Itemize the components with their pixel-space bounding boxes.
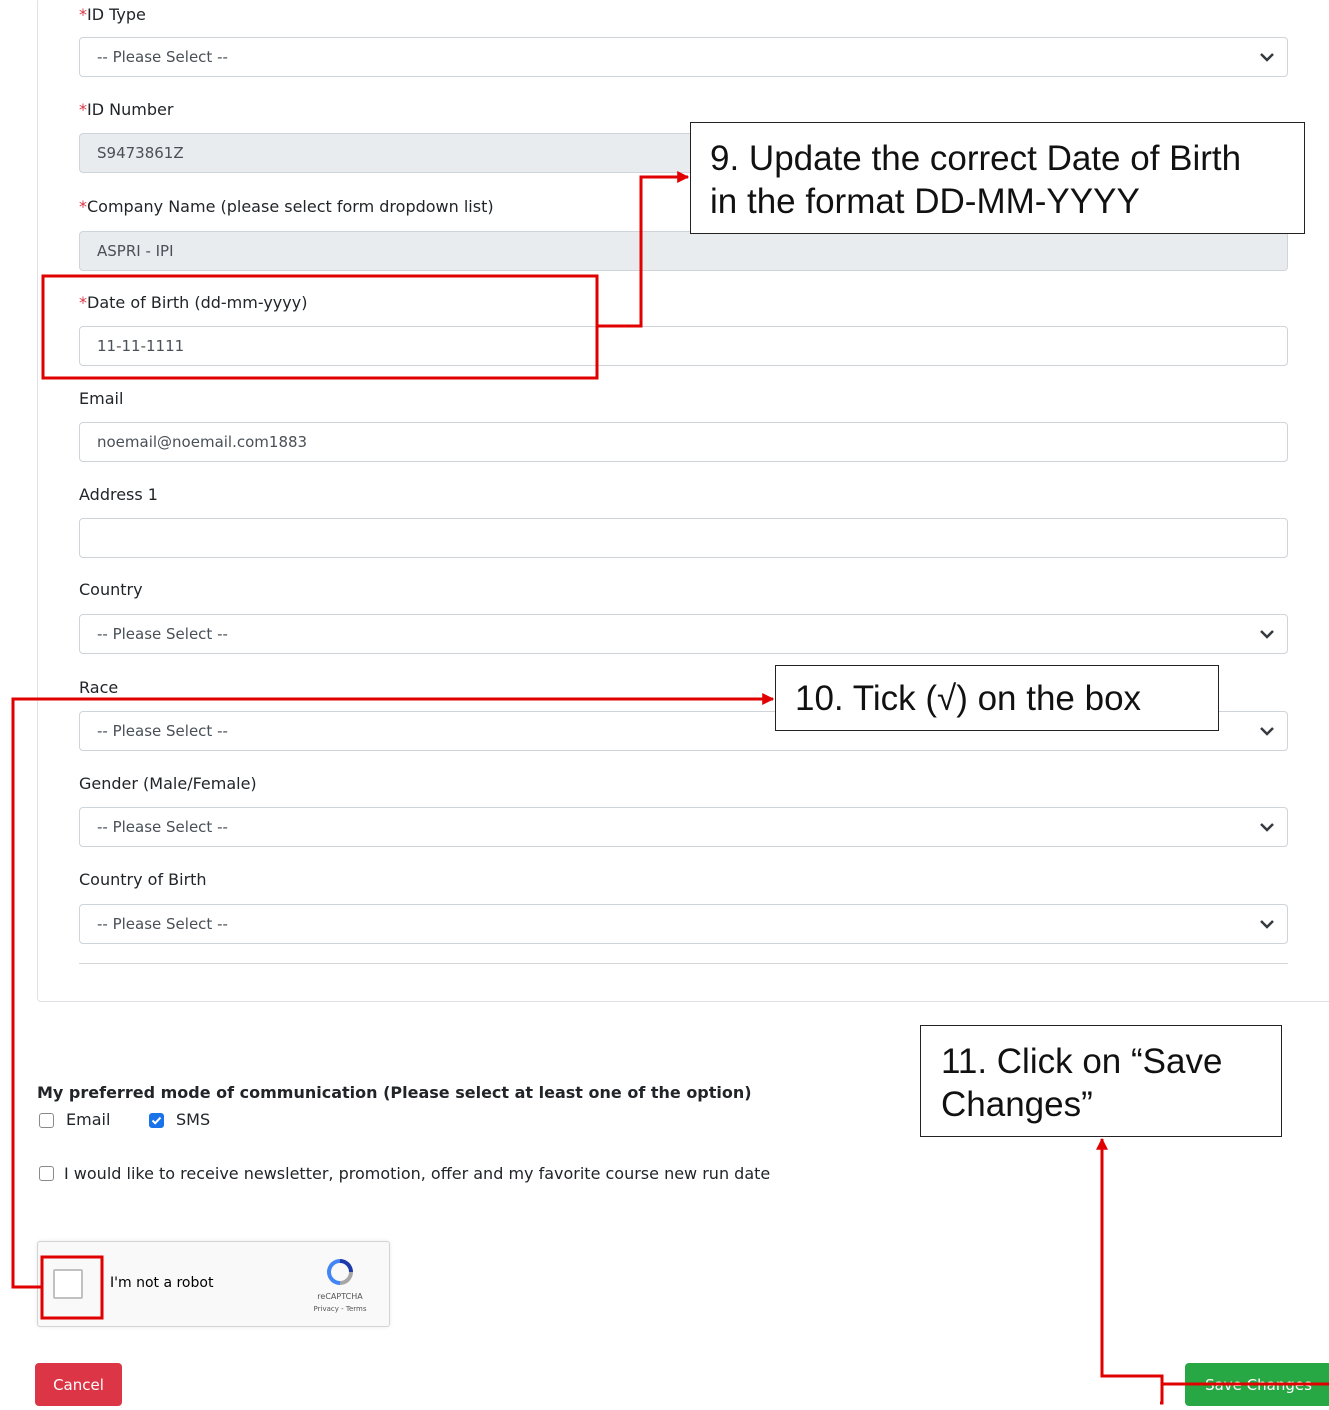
- recaptcha-brand: reCAPTCHA: [317, 1292, 363, 1301]
- gender-label: Gender (Male/Female): [79, 774, 257, 793]
- callout-step-9-line2: in the format DD-MM-YYYY: [710, 182, 1140, 221]
- sms-pref-label: SMS: [176, 1110, 211, 1129]
- country-of-birth-value: -- Please Select --: [97, 915, 228, 933]
- id-type-select[interactable]: -- Please Select --: [79, 37, 1288, 77]
- dob-label: *Date of Birth (dd-mm-yyyy): [79, 293, 308, 312]
- email-value: noemail@noemail.com1883: [97, 433, 308, 451]
- callout-step-10: 10. Tick (√) on the box: [775, 665, 1219, 731]
- callout-step-11-line2: Changes”: [941, 1085, 1093, 1124]
- race-label: Race: [79, 678, 119, 697]
- email-input[interactable]: noemail@noemail.com1883: [79, 422, 1288, 462]
- chevron-down-icon: [1260, 920, 1274, 929]
- communication-title: My preferred mode of communication (Plea…: [37, 1083, 752, 1102]
- email-label: Email: [79, 389, 124, 408]
- gender-select[interactable]: -- Please Select --: [79, 807, 1288, 847]
- chevron-down-icon: [1260, 727, 1274, 736]
- address1-input[interactable]: [79, 518, 1288, 558]
- callout-step-9-line1: 9. Update the correct Date of Birth: [710, 139, 1242, 178]
- country-value: -- Please Select --: [97, 625, 228, 643]
- dob-value: 11-11-1111: [97, 337, 185, 355]
- race-value: -- Please Select --: [97, 722, 228, 740]
- email-pref-label: Email: [66, 1110, 111, 1129]
- company-field: ASPRI - IPI: [79, 231, 1288, 271]
- country-of-birth-select[interactable]: -- Please Select --: [79, 904, 1288, 944]
- save-changes-button[interactable]: Save Changes: [1185, 1363, 1329, 1406]
- company-value: ASPRI - IPI: [97, 242, 174, 260]
- callout-step-10-text: 10. Tick (√) on the box: [795, 679, 1142, 718]
- id-number-label: *ID Number: [79, 100, 174, 119]
- id-number-value: S9473861Z: [97, 144, 184, 162]
- chevron-down-icon: [1260, 630, 1274, 639]
- callout-step-11: 11. Click on “Save Changes”: [920, 1025, 1282, 1137]
- callout-step-11-line1: 11. Click on “Save: [941, 1042, 1223, 1081]
- country-label: Country: [79, 580, 143, 599]
- recaptcha-logo-icon: [327, 1259, 353, 1285]
- recaptcha-privacy-terms[interactable]: Privacy - Terms: [300, 1305, 380, 1313]
- divider: [79, 963, 1288, 964]
- chevron-down-icon: [1260, 823, 1274, 832]
- newsletter-label: I would like to receive newsletter, prom…: [64, 1164, 771, 1183]
- country-select[interactable]: -- Please Select --: [79, 614, 1288, 654]
- recaptcha-checkbox[interactable]: [53, 1269, 83, 1299]
- callout-step-9: 9. Update the correct Date of Birth in t…: [690, 122, 1305, 234]
- gender-value: -- Please Select --: [97, 818, 228, 836]
- country-of-birth-label: Country of Birth: [79, 870, 207, 889]
- id-type-value: -- Please Select --: [97, 48, 228, 66]
- chevron-down-icon: [1260, 53, 1274, 62]
- dob-input[interactable]: 11-11-1111: [79, 326, 1288, 366]
- sms-pref-checkbox[interactable]: [149, 1113, 164, 1128]
- checkmark-icon: [151, 1116, 162, 1125]
- recaptcha-label: I'm not a robot: [110, 1275, 214, 1291]
- email-pref-checkbox[interactable]: [39, 1113, 54, 1128]
- cancel-button[interactable]: Cancel: [35, 1363, 122, 1406]
- id-type-label: *ID Type: [79, 5, 146, 24]
- address1-label: Address 1: [79, 485, 158, 504]
- newsletter-checkbox[interactable]: [39, 1166, 54, 1181]
- save-arrow: [1096, 1137, 1164, 1393]
- company-label: *Company Name (please select form dropdo…: [79, 197, 494, 216]
- recaptcha-widget: I'm not a robot reCAPTCHA Privacy - Term…: [37, 1241, 390, 1327]
